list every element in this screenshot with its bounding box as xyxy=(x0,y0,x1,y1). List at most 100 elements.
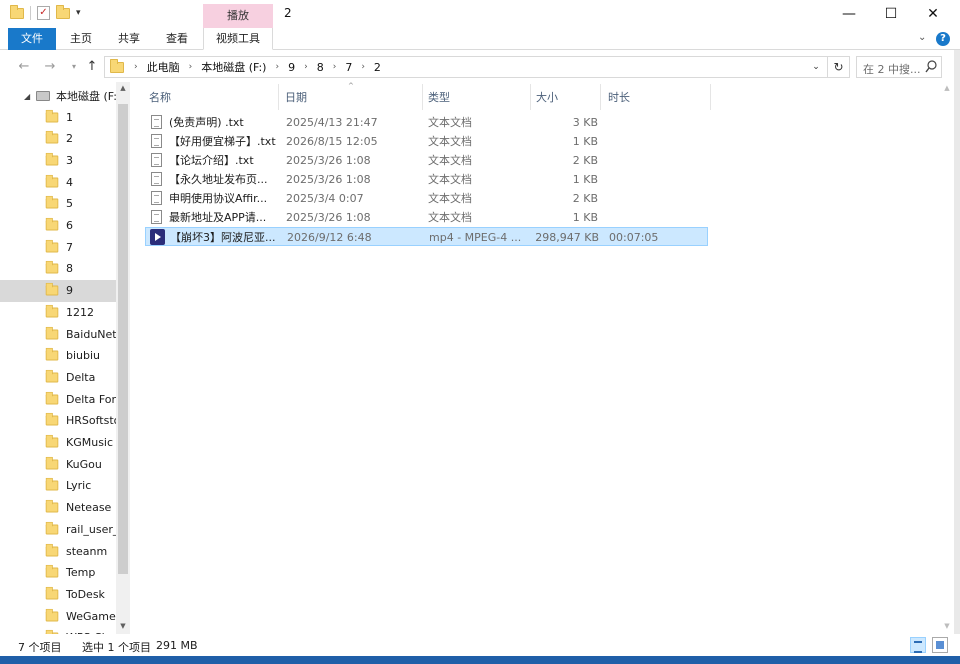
column-header-type[interactable]: 类型 xyxy=(428,88,528,108)
tab-video-tools[interactable]: 视频工具 xyxy=(203,28,273,50)
expand-ribbon-icon[interactable]: ⌄ xyxy=(918,32,926,43)
file-name: 最新地址及APP请... xyxy=(169,211,267,224)
tree-item-folder[interactable]: Delta Forc xyxy=(0,388,116,410)
tree-item-folder[interactable]: 6 xyxy=(0,215,116,237)
tab-file[interactable]: 文件 xyxy=(8,28,56,50)
column-divider[interactable] xyxy=(422,84,423,110)
content-scrollbar[interactable]: ▲ ▼ xyxy=(940,82,954,634)
tab-share[interactable]: 共享 xyxy=(110,28,148,50)
tree-item-folder[interactable]: KGMusic xyxy=(0,432,116,454)
minimize-button[interactable]: — xyxy=(826,2,872,26)
new-folder-icon[interactable] xyxy=(56,4,70,19)
tree-item-drive[interactable]: 本地磁盘 (F:) xyxy=(36,88,121,104)
breadcrumb-drive[interactable]: 本地磁盘 (F:) xyxy=(201,59,266,75)
chevron-right-icon[interactable]: › xyxy=(333,62,337,72)
tree-item-label: 1212 xyxy=(66,305,94,319)
column-header-date[interactable]: 日期 xyxy=(285,88,415,108)
help-icon[interactable]: ? xyxy=(936,32,950,46)
tab-view[interactable]: 查看 xyxy=(158,28,196,50)
scroll-up-icon[interactable]: ▲ xyxy=(940,84,954,92)
tree-item-folder[interactable]: Lyric xyxy=(0,475,116,497)
search-icon[interactable] xyxy=(925,59,937,75)
tree-item-folder[interactable]: 4 xyxy=(0,171,116,193)
tree-item-folder[interactable]: WeGameA xyxy=(0,605,116,627)
breadcrumb-7[interactable]: 7 xyxy=(345,61,352,74)
tree-item-folder[interactable]: 2 xyxy=(0,128,116,150)
tree-item-folder[interactable]: rail_user_d xyxy=(0,518,116,540)
tree-item-folder[interactable]: WPS Cl... xyxy=(0,627,116,634)
breadcrumb-8[interactable]: 8 xyxy=(317,61,324,74)
scrollbar-thumb[interactable] xyxy=(118,104,128,574)
properties-icon[interactable]: ✓ xyxy=(37,6,50,20)
large-icons-view-icon[interactable] xyxy=(932,637,948,653)
chevron-right-icon[interactable]: › xyxy=(304,62,308,72)
tree-item-folder[interactable]: 3 xyxy=(0,149,116,171)
maximize-button[interactable]: ☐ xyxy=(868,2,914,26)
file-row[interactable]: 【崩坏3】阿波尼亚... 2026/9/12 6:48 mp4 - MPEG-4 .… xyxy=(145,227,708,246)
chevron-right-icon[interactable]: › xyxy=(134,62,138,72)
breadcrumb-this-pc[interactable]: 此电脑 xyxy=(147,59,180,75)
tree-item-folder[interactable]: steanm xyxy=(0,540,116,562)
file-row[interactable]: 【永久地址发布页... 2025/3/26 1:08 文本文档 1 KB xyxy=(145,170,708,189)
tree-item-folder[interactable]: 5 xyxy=(0,193,116,215)
tree-item-folder[interactable]: Delta xyxy=(0,366,116,388)
file-date: 2025/3/26 1:08 xyxy=(286,211,371,224)
column-header-name[interactable]: 名称 xyxy=(149,88,279,108)
close-button[interactable]: ✕ xyxy=(910,2,956,26)
column-header-duration[interactable]: 时长 xyxy=(608,88,688,108)
column-divider[interactable] xyxy=(278,84,279,110)
tree-item-folder[interactable]: 9 xyxy=(0,279,116,302)
up-arrow-icon[interactable]: ↑ xyxy=(84,58,100,76)
tree-item-folder[interactable]: 1212 xyxy=(0,301,116,323)
tree-item-folder[interactable]: 8 xyxy=(0,258,116,280)
file-row[interactable]: (免责声明) .txt 2025/4/13 21:47 文本文档 3 KB xyxy=(145,113,708,132)
file-row[interactable]: 【好用便宜梯子】.txt 2026/8/15 12:05 文本文档 1 KB xyxy=(145,132,708,151)
breadcrumb-2[interactable]: 2 xyxy=(374,61,381,74)
tree-item-folder[interactable]: ToDesk xyxy=(0,583,116,605)
column-divider[interactable] xyxy=(600,84,601,110)
tree-item-folder[interactable]: Temp xyxy=(0,562,116,584)
tab-home[interactable]: 主页 xyxy=(62,28,100,50)
chevron-right-icon[interactable]: › xyxy=(361,62,365,72)
refresh-icon[interactable]: ↻ xyxy=(828,56,850,78)
column-divider[interactable] xyxy=(530,84,531,110)
column-divider[interactable] xyxy=(710,84,711,110)
tree-item-label: 2 xyxy=(66,132,73,146)
address-bar[interactable]: › 此电脑 › 本地磁盘 (F:) › 9 › 8 › 7 › 2 xyxy=(104,56,828,78)
file-row[interactable]: 申明使用协议Affir... 2025/3/4 0:07 文本文档 2 KB xyxy=(145,189,708,208)
tree-item-folder[interactable]: BaiduNetd xyxy=(0,323,116,345)
tree-item-label: biubiu xyxy=(66,349,101,363)
folder-icon xyxy=(45,499,59,513)
file-row[interactable]: 【论坛介绍】.txt 2025/3/26 1:08 文本文档 2 KB xyxy=(145,151,708,170)
folder-icon xyxy=(45,586,59,600)
selection-size: 291 MB xyxy=(156,639,198,652)
customize-toolbar-icon[interactable]: ▾ xyxy=(76,8,81,18)
tree-item-folder[interactable]: KuGou xyxy=(0,453,116,475)
scroll-up-icon[interactable]: ▲ xyxy=(116,84,130,92)
file-size: 1 KB xyxy=(572,211,598,224)
back-arrow-icon[interactable]: ← xyxy=(16,58,32,76)
tree-item-folder[interactable]: Netease xyxy=(0,497,116,519)
nav-pane-scrollbar[interactable]: ▲ ▼ xyxy=(116,82,130,634)
scroll-down-icon[interactable]: ▼ xyxy=(116,622,130,630)
file-row[interactable]: 最新地址及APP请... 2025/3/26 1:08 文本文档 1 KB xyxy=(145,208,708,227)
text-file-icon xyxy=(151,153,162,167)
recent-locations-icon[interactable]: ▾ xyxy=(66,58,82,76)
chevron-right-icon[interactable]: › xyxy=(189,62,193,72)
collapse-arrow-icon[interactable]: ◢ xyxy=(24,92,30,101)
chevron-right-icon[interactable]: › xyxy=(275,62,279,72)
tree-item-label: 3 xyxy=(66,153,73,167)
column-header-size[interactable]: 大小 xyxy=(536,88,596,108)
search-box[interactable]: 在 2 中搜... xyxy=(856,56,942,78)
address-dropdown-icon[interactable]: ⌄ xyxy=(806,57,826,77)
tree-item-folder[interactable]: HRSoftsto xyxy=(0,410,116,432)
tree-item-folder[interactable]: biubiu xyxy=(0,345,116,367)
details-view-icon[interactable] xyxy=(910,637,926,653)
tree-item-folder[interactable]: 7 xyxy=(0,236,116,258)
folder-icon xyxy=(45,174,59,188)
tree-item-folder[interactable]: 1 xyxy=(0,106,116,128)
forward-arrow-icon[interactable]: → xyxy=(42,58,58,76)
scroll-down-icon[interactable]: ▼ xyxy=(940,622,954,630)
breadcrumb-9[interactable]: 9 xyxy=(288,61,295,74)
folder-icon xyxy=(45,478,59,491)
